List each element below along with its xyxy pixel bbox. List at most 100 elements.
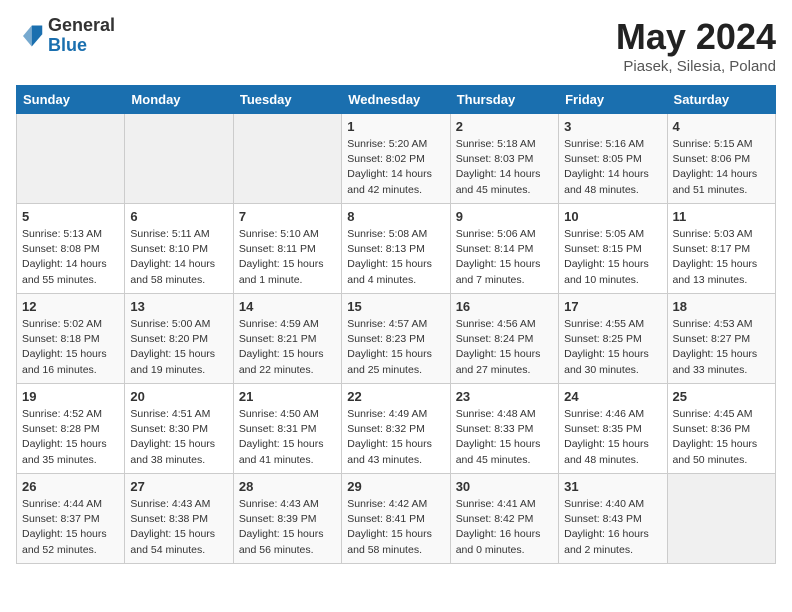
calendar-cell: 5 Sunrise: 5:13 AM Sunset: 8:08 PM Daylig… <box>17 204 125 294</box>
day-number: 6 <box>130 209 227 224</box>
day-number: 29 <box>347 479 444 494</box>
day-info: Sunrise: 4:43 AM Sunset: 8:38 PM Dayligh… <box>130 497 227 558</box>
day-number: 13 <box>130 299 227 314</box>
day-info: Sunrise: 4:57 AM Sunset: 8:23 PM Dayligh… <box>347 317 444 378</box>
day-info: Sunrise: 5:03 AM Sunset: 8:17 PM Dayligh… <box>673 227 770 288</box>
calendar-cell: 2 Sunrise: 5:18 AM Sunset: 8:03 PM Daylig… <box>450 114 558 204</box>
day-info: Sunrise: 4:56 AM Sunset: 8:24 PM Dayligh… <box>456 317 553 378</box>
day-info: Sunrise: 4:40 AM Sunset: 8:43 PM Dayligh… <box>564 497 661 558</box>
day-number: 25 <box>673 389 770 404</box>
day-info: Sunrise: 4:49 AM Sunset: 8:32 PM Dayligh… <box>347 407 444 468</box>
calendar-week-row: 1 Sunrise: 5:20 AM Sunset: 8:02 PM Daylig… <box>17 114 776 204</box>
calendar-cell <box>17 114 125 204</box>
day-number: 30 <box>456 479 553 494</box>
day-info: Sunrise: 4:48 AM Sunset: 8:33 PM Dayligh… <box>456 407 553 468</box>
day-number: 4 <box>673 119 770 134</box>
day-info: Sunrise: 4:59 AM Sunset: 8:21 PM Dayligh… <box>239 317 336 378</box>
day-info: Sunrise: 5:05 AM Sunset: 8:15 PM Dayligh… <box>564 227 661 288</box>
calendar-cell: 8 Sunrise: 5:08 AM Sunset: 8:13 PM Daylig… <box>342 204 450 294</box>
day-number: 5 <box>22 209 119 224</box>
day-number: 22 <box>347 389 444 404</box>
day-number: 7 <box>239 209 336 224</box>
calendar-week-row: 19 Sunrise: 4:52 AM Sunset: 8:28 PM Dayli… <box>17 384 776 474</box>
calendar-subtitle: Piasek, Silesia, Poland <box>616 58 776 75</box>
day-number: 15 <box>347 299 444 314</box>
day-info: Sunrise: 4:44 AM Sunset: 8:37 PM Dayligh… <box>22 497 119 558</box>
day-info: Sunrise: 5:15 AM Sunset: 8:06 PM Dayligh… <box>673 137 770 198</box>
day-info: Sunrise: 5:08 AM Sunset: 8:13 PM Dayligh… <box>347 227 444 288</box>
calendar-cell: 28Sunrise: 4:43 AM Sunset: 8:39 PM Dayli… <box>233 474 341 564</box>
day-number: 8 <box>347 209 444 224</box>
day-info: Sunrise: 5:20 AM Sunset: 8:02 PM Dayligh… <box>347 137 444 198</box>
calendar-week-row: 12 Sunrise: 5:02 AM Sunset: 8:18 PM Dayli… <box>17 294 776 384</box>
calendar-cell: 18Sunrise: 4:53 AM Sunset: 8:27 PM Dayli… <box>667 294 775 384</box>
day-info: Sunrise: 5:02 AM Sunset: 8:18 PM Dayligh… <box>22 317 119 378</box>
day-number: 18 <box>673 299 770 314</box>
calendar-cell <box>667 474 775 564</box>
day-number: 19 <box>22 389 119 404</box>
calendar-cell: 22 Sunrise: 4:49 AM Sunset: 8:32 PM Dayli… <box>342 384 450 474</box>
calendar-cell: 15 Sunrise: 4:57 AM Sunset: 8:23 PM Dayli… <box>342 294 450 384</box>
logo: General Blue <box>16 16 115 56</box>
weekday-row: SundayMondayTuesdayWednesdayThursdayFrid… <box>17 86 776 114</box>
day-info: Sunrise: 5:11 AM Sunset: 8:10 PM Dayligh… <box>130 227 227 288</box>
weekday-header: Monday <box>125 86 233 114</box>
calendar-body: 1 Sunrise: 5:20 AM Sunset: 8:02 PM Daylig… <box>17 114 776 564</box>
calendar-cell: 21 Sunrise: 4:50 AM Sunset: 8:31 PM Dayli… <box>233 384 341 474</box>
calendar-cell <box>233 114 341 204</box>
calendar-cell: 29Sunrise: 4:42 AM Sunset: 8:41 PM Dayli… <box>342 474 450 564</box>
calendar-cell: 27 Sunrise: 4:43 AM Sunset: 8:38 PM Dayli… <box>125 474 233 564</box>
calendar-cell: 13Sunrise: 5:00 AM Sunset: 8:20 PM Dayli… <box>125 294 233 384</box>
day-number: 31 <box>564 479 661 494</box>
calendar-cell: 11 Sunrise: 5:03 AM Sunset: 8:17 PM Dayli… <box>667 204 775 294</box>
logo-general: General <box>48 15 115 35</box>
calendar-cell: 9Sunrise: 5:06 AM Sunset: 8:14 PM Daylig… <box>450 204 558 294</box>
day-number: 12 <box>22 299 119 314</box>
calendar-cell: 1 Sunrise: 5:20 AM Sunset: 8:02 PM Daylig… <box>342 114 450 204</box>
calendar-cell: 20 Sunrise: 4:51 AM Sunset: 8:30 PM Dayli… <box>125 384 233 474</box>
logo-text: General Blue <box>48 16 115 56</box>
weekday-header: Saturday <box>667 86 775 114</box>
calendar-cell: 31 Sunrise: 4:40 AM Sunset: 8:43 PM Dayli… <box>559 474 667 564</box>
calendar-cell: 24 Sunrise: 4:46 AM Sunset: 8:35 PM Dayli… <box>559 384 667 474</box>
day-number: 21 <box>239 389 336 404</box>
day-info: Sunrise: 4:51 AM Sunset: 8:30 PM Dayligh… <box>130 407 227 468</box>
calendar-cell: 19 Sunrise: 4:52 AM Sunset: 8:28 PM Dayli… <box>17 384 125 474</box>
calendar-cell: 17Sunrise: 4:55 AM Sunset: 8:25 PM Dayli… <box>559 294 667 384</box>
calendar-table: SundayMondayTuesdayWednesdayThursdayFrid… <box>16 85 776 564</box>
day-number: 1 <box>347 119 444 134</box>
calendar-cell: 7 Sunrise: 5:10 AM Sunset: 8:11 PM Daylig… <box>233 204 341 294</box>
day-info: Sunrise: 4:50 AM Sunset: 8:31 PM Dayligh… <box>239 407 336 468</box>
day-info: Sunrise: 5:10 AM Sunset: 8:11 PM Dayligh… <box>239 227 336 288</box>
day-number: 11 <box>673 209 770 224</box>
day-info: Sunrise: 5:18 AM Sunset: 8:03 PM Dayligh… <box>456 137 553 198</box>
day-info: Sunrise: 4:45 AM Sunset: 8:36 PM Dayligh… <box>673 407 770 468</box>
calendar-cell: 10 Sunrise: 5:05 AM Sunset: 8:15 PM Dayli… <box>559 204 667 294</box>
day-number: 17 <box>564 299 661 314</box>
day-info: Sunrise: 5:16 AM Sunset: 8:05 PM Dayligh… <box>564 137 661 198</box>
title-area: May 2024 Piasek, Silesia, Poland <box>616 16 776 75</box>
calendar-cell: 30Sunrise: 4:41 AM Sunset: 8:42 PM Dayli… <box>450 474 558 564</box>
calendar-week-row: 26 Sunrise: 4:44 AM Sunset: 8:37 PM Dayli… <box>17 474 776 564</box>
calendar-header: SundayMondayTuesdayWednesdayThursdayFrid… <box>17 86 776 114</box>
calendar-week-row: 5 Sunrise: 5:13 AM Sunset: 8:08 PM Daylig… <box>17 204 776 294</box>
day-number: 2 <box>456 119 553 134</box>
calendar-cell: 12 Sunrise: 5:02 AM Sunset: 8:18 PM Dayli… <box>17 294 125 384</box>
logo-icon <box>16 22 44 50</box>
day-number: 20 <box>130 389 227 404</box>
day-info: Sunrise: 4:52 AM Sunset: 8:28 PM Dayligh… <box>22 407 119 468</box>
weekday-header: Friday <box>559 86 667 114</box>
day-info: Sunrise: 4:43 AM Sunset: 8:39 PM Dayligh… <box>239 497 336 558</box>
header: General Blue May 2024 Piasek, Silesia, P… <box>16 16 776 75</box>
day-number: 27 <box>130 479 227 494</box>
day-number: 14 <box>239 299 336 314</box>
day-number: 26 <box>22 479 119 494</box>
calendar-cell: 25 Sunrise: 4:45 AM Sunset: 8:36 PM Dayli… <box>667 384 775 474</box>
day-info: Sunrise: 4:46 AM Sunset: 8:35 PM Dayligh… <box>564 407 661 468</box>
day-number: 24 <box>564 389 661 404</box>
day-info: Sunrise: 5:06 AM Sunset: 8:14 PM Dayligh… <box>456 227 553 288</box>
calendar-cell: 3Sunrise: 5:16 AM Sunset: 8:05 PM Daylig… <box>559 114 667 204</box>
day-number: 10 <box>564 209 661 224</box>
day-info: Sunrise: 5:13 AM Sunset: 8:08 PM Dayligh… <box>22 227 119 288</box>
calendar-cell: 14 Sunrise: 4:59 AM Sunset: 8:21 PM Dayli… <box>233 294 341 384</box>
